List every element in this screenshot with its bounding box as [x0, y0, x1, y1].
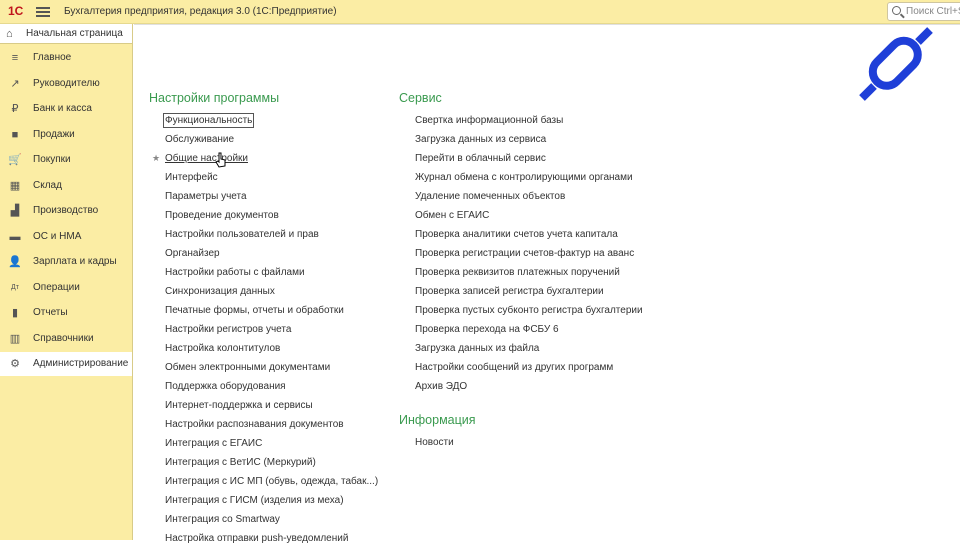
- settings-section-title: Настройки программы: [149, 91, 280, 105]
- service-link-4[interactable]: Удаление помеченных объектов: [415, 191, 565, 202]
- info-link-0[interactable]: Новости: [415, 437, 454, 448]
- home-icon: ⌂: [6, 28, 13, 40]
- sidebar-item-0[interactable]: ≡ Главное: [0, 46, 132, 70]
- sidebar-item-label: Продажи: [33, 128, 75, 140]
- info-section-title: Информация: [399, 413, 476, 427]
- settings-link-20[interactable]: Интеграция с ГИСМ (изделия из меха): [165, 495, 344, 506]
- sidebar-item-12[interactable]: ⚙ Администрирование: [0, 352, 132, 376]
- hand-cursor-icon: [215, 152, 226, 168]
- service-link-5[interactable]: Обмен с ЕГАИС: [415, 210, 489, 221]
- sidebar-item-label: Банк и касса: [33, 103, 92, 114]
- service-link-7[interactable]: Проверка регистрации счетов-фактур на ав…: [415, 248, 634, 259]
- trend-icon: ↗: [10, 77, 20, 90]
- settings-link-1[interactable]: Обслуживание: [165, 134, 234, 145]
- search-placeholder: Поиск Ctrl+Shift+F: [906, 6, 960, 17]
- sidebar-item-6[interactable]: ▟ Производство: [0, 199, 132, 223]
- sidebar-item-11[interactable]: ▥ Справочники: [0, 327, 132, 351]
- service-section-title: Сервис: [399, 91, 442, 105]
- settings-link-18[interactable]: Интеграция с ВетИС (Меркурий): [165, 457, 316, 468]
- sidebar-item-label: Покупки: [33, 154, 71, 165]
- service-link-12[interactable]: Загрузка данных из файла: [415, 343, 539, 354]
- sidebar-item-label: Зарплата и кадры: [33, 256, 117, 267]
- home-tab-label: Начальная страница: [26, 28, 123, 39]
- service-link-2[interactable]: Перейти в облачный сервис: [415, 153, 546, 164]
- settings-link-12[interactable]: Настройка колонтитулов: [165, 343, 280, 354]
- books-icon: ▥: [9, 332, 21, 345]
- title-bar: 1С Бухгалтерия предприятия, редакция 3.0…: [0, 0, 960, 24]
- reports-icon: ▮: [11, 307, 19, 319]
- factory-icon: ▟: [10, 205, 20, 217]
- service-link-1[interactable]: Загрузка данных из сервиса: [415, 134, 546, 145]
- sidebar-item-4[interactable]: 🛒 Покупки: [0, 148, 132, 172]
- settings-link-13[interactable]: Обмен электронными документами: [165, 362, 330, 373]
- settings-link-4[interactable]: Параметры учета: [165, 191, 247, 202]
- sidebar-item-3[interactable]: ■ Продажи: [0, 123, 132, 147]
- settings-link-22[interactable]: Настройка отправки push-уведомлений: [165, 533, 348, 544]
- cart-icon: 🛒: [8, 154, 22, 166]
- warehouse-icon: ▦: [9, 179, 21, 192]
- sidebar-item-9[interactable]: Дт Операции: [0, 276, 132, 300]
- settings-link-9[interactable]: Синхронизация данных: [165, 286, 275, 297]
- app-logo[interactable]: 1С: [8, 4, 23, 18]
- settings-link-7[interactable]: Органайзер: [165, 248, 220, 259]
- sidebar-item-7[interactable]: ▬ ОС и НМА: [0, 225, 132, 249]
- service-link-3[interactable]: Журнал обмена с контролирующими органами: [415, 172, 633, 183]
- service-link-10[interactable]: Проверка пустых субконто регистра бухгал…: [415, 305, 643, 316]
- settings-link-6[interactable]: Настройки пользователей и прав: [165, 229, 319, 240]
- sidebar-item-label: Администрирование: [33, 358, 129, 369]
- main-content: Настройки программы Функциональность Обсл…: [134, 24, 960, 544]
- settings-link-10[interactable]: Печатные формы, отчеты и обработки: [165, 305, 344, 316]
- coin-icon: ₽: [11, 103, 19, 115]
- sidebar-item-1[interactable]: ↗ Руководителю: [0, 72, 132, 96]
- settings-link-16[interactable]: Настройки распознавания документов: [165, 419, 344, 430]
- settings-link-14[interactable]: Поддержка оборудования: [165, 381, 286, 392]
- sidebar-item-label: Справочники: [33, 332, 94, 344]
- hamburger-menu-icon[interactable]: [36, 5, 50, 19]
- sidebar: ⌂ Начальная страница ≡ Главное ↗ Руководите…: [0, 24, 133, 540]
- sidebar-item-label: Руководителю: [33, 77, 100, 89]
- gear-icon: ⚙: [10, 358, 20, 370]
- brand-logo-icon: [859, 27, 933, 101]
- sidebar-item-label: Операции: [33, 281, 80, 293]
- truck-icon: ▬: [9, 230, 21, 243]
- sidebar-item-10[interactable]: ▮ Отчеты: [0, 301, 132, 325]
- settings-link-5[interactable]: Проведение документов: [165, 210, 279, 221]
- settings-link-17[interactable]: Интеграция с ЕГАИС: [165, 438, 262, 449]
- operations-icon: Дт: [11, 283, 19, 291]
- sidebar-item-label: Главное: [33, 52, 72, 63]
- service-link-14[interactable]: Архив ЭДО: [415, 381, 467, 392]
- settings-link-11[interactable]: Настройки регистров учета: [165, 324, 291, 335]
- sidebar-item-label: Отчеты: [33, 307, 68, 318]
- settings-link-0[interactable]: Функциональность: [162, 113, 255, 128]
- bag-icon: ■: [11, 128, 19, 141]
- home-tab[interactable]: ⌂ Начальная страница: [0, 24, 132, 44]
- search-icon: [892, 6, 901, 15]
- sidebar-item-label: Производство: [33, 205, 99, 216]
- search-input[interactable]: Поиск Ctrl+Shift+F: [887, 2, 960, 21]
- service-link-9[interactable]: Проверка записей регистра бухгалтерии: [415, 286, 604, 297]
- service-link-8[interactable]: Проверка реквизитов платежных поручений: [415, 267, 620, 278]
- person-icon: 👤: [8, 256, 22, 268]
- sidebar-item-5[interactable]: ▦ Склад: [0, 174, 132, 198]
- sidebar-item-2[interactable]: ₽ Банк и касса: [0, 97, 132, 121]
- settings-link-2[interactable]: Общие настройки: [165, 153, 248, 164]
- settings-link-3[interactable]: Интерфейс: [165, 172, 218, 183]
- service-link-11[interactable]: Проверка перехода на ФСБУ 6: [415, 324, 559, 335]
- service-link-0[interactable]: Свертка информационной базы: [415, 115, 563, 126]
- list-icon: ≡: [11, 52, 19, 64]
- sidebar-item-8[interactable]: 👤 Зарплата и кадры: [0, 250, 132, 274]
- service-link-13[interactable]: Настройки сообщений из других программ: [415, 362, 613, 373]
- sidebar-item-label: ОС и НМА: [33, 230, 82, 242]
- app-title: Бухгалтерия предприятия, редакция 3.0 (1…: [64, 6, 337, 17]
- divider: [134, 24, 960, 25]
- favorite-star-icon[interactable]: ★: [152, 153, 160, 164]
- settings-link-15[interactable]: Интернет-поддержка и сервисы: [165, 400, 313, 411]
- sidebar-item-label: Склад: [33, 179, 62, 191]
- settings-link-21[interactable]: Интеграция со Smartway: [165, 514, 280, 525]
- settings-link-19[interactable]: Интеграция с ИС МП (обувь, одежда, табак…: [165, 476, 378, 487]
- service-link-6[interactable]: Проверка аналитики счетов учета капитала: [415, 229, 618, 240]
- settings-link-8[interactable]: Настройки работы с файлами: [165, 267, 305, 278]
